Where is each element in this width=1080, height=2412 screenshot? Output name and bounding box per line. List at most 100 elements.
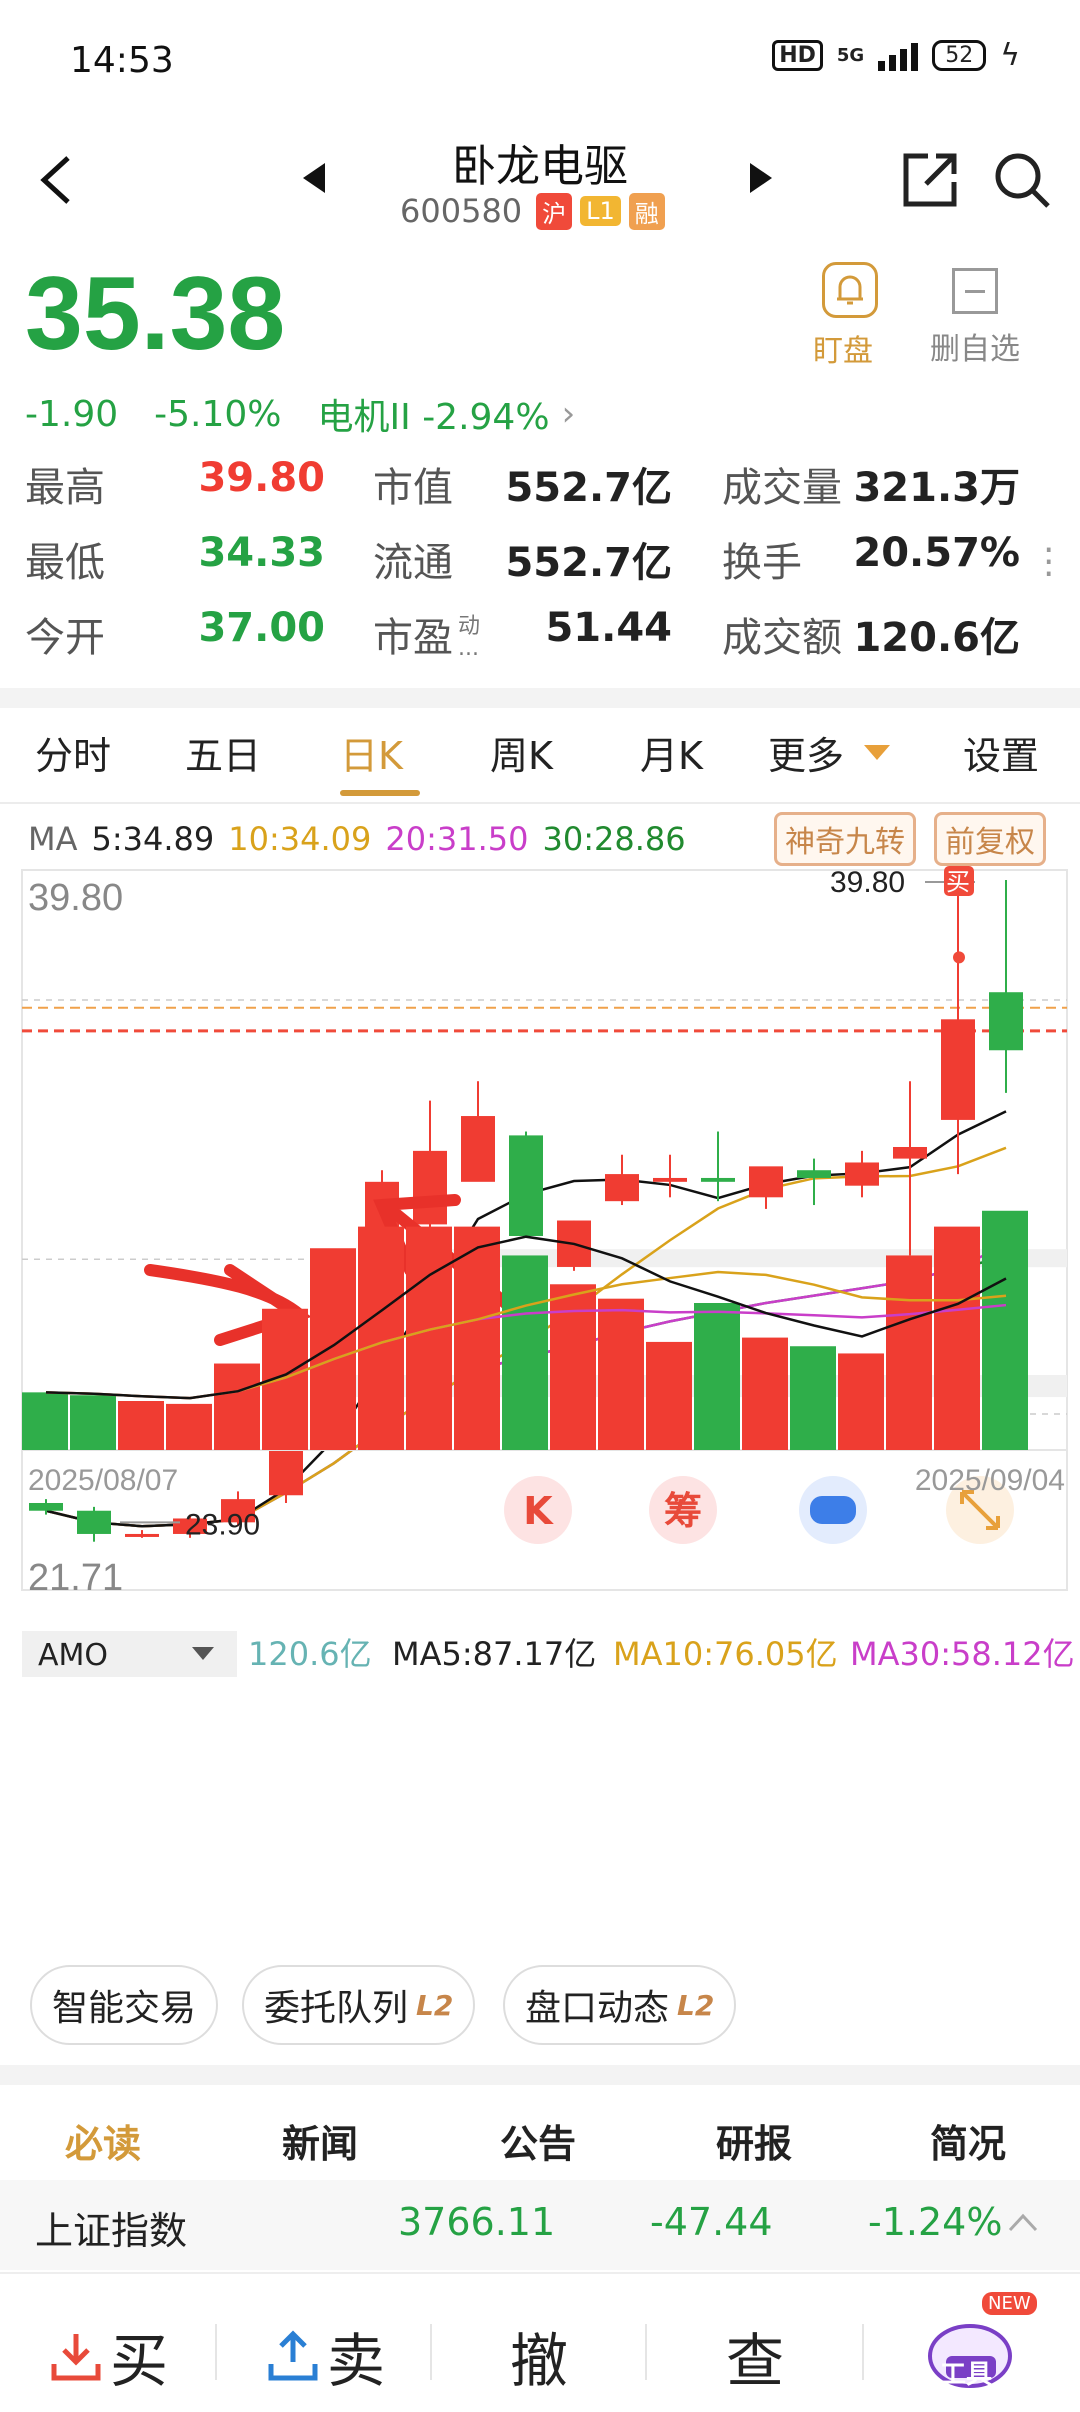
- query-label: 查: [726, 2327, 785, 2395]
- margin-tag: 融: [628, 192, 665, 230]
- stat-value: 120.6亿: [853, 615, 1020, 661]
- stat-label: 换手: [722, 540, 802, 586]
- smart-trade-label: 智能交易: [52, 1988, 197, 2029]
- watch-button[interactable]: 盯盘: [813, 262, 885, 370]
- index-ticker[interactable]: 上证指数 3766.11 -47.44 -1.24%: [0, 2180, 1080, 2270]
- smart-trade-pill[interactable]: 智能交易: [30, 1965, 219, 2045]
- watch-label: 盯盘: [813, 334, 873, 369]
- tab-weekly-k[interactable]: 周K: [490, 725, 553, 780]
- tab-must-read[interactable]: 必读: [65, 2113, 141, 2168]
- share-icon[interactable]: [898, 148, 962, 212]
- gamepad-icon: [810, 1496, 856, 1524]
- chevron-down-icon: [864, 745, 890, 760]
- buy-label: 买: [110, 2327, 169, 2395]
- volume-bar: [502, 1255, 548, 1450]
- candle: [557, 1220, 591, 1271]
- buy-button[interactable]: 买: [48, 2314, 168, 2398]
- candle-body: [941, 1019, 975, 1120]
- next-stock-icon[interactable]: [750, 163, 772, 193]
- y-max-label: 39.80: [28, 877, 123, 919]
- tab-monthly-k[interactable]: 月K: [640, 725, 703, 780]
- tab-daily-k[interactable]: 日K: [340, 725, 403, 780]
- ma10-value: 10:34.09: [228, 820, 372, 858]
- high-marker-label: 39.80: [830, 866, 905, 899]
- order-queue-pill[interactable]: 委托队列 L2: [242, 1965, 476, 2045]
- order-book-pill[interactable]: 盘口动态 L2: [503, 1965, 737, 2045]
- kline-chart[interactable]: 39.80 21.71 39.80 23.90 买 K 筹 AMO 120.6亿 MA5:87.1…: [0, 860, 1080, 1910]
- stat-label: 成交量: [722, 465, 842, 511]
- candle: [509, 1131, 543, 1236]
- tab-research[interactable]: 研报: [716, 2113, 792, 2168]
- order-book-label: 盘口动态: [525, 1988, 670, 2029]
- network-label: 5G: [836, 45, 865, 66]
- candle-body: [605, 1174, 639, 1202]
- change-row[interactable]: -1.90 -5.10% 电机II -2.94% ›: [25, 388, 575, 440]
- upload-icon: [268, 2330, 318, 2381]
- tabs-divider: [0, 802, 1080, 804]
- ma-legend: MA 5:34.89 10:34.09 20:31.50 30:28.86: [28, 820, 686, 858]
- new-badge: NEW: [982, 2292, 1037, 2315]
- candle-body: [701, 1177, 735, 1182]
- low-marker-label: 23.90: [185, 1508, 260, 1541]
- volume-bar: [982, 1210, 1028, 1450]
- chevron-right-icon: ›: [561, 394, 576, 434]
- chevron-up-icon[interactable]: [1006, 2210, 1040, 2234]
- market-tag: 沪: [536, 192, 573, 230]
- hd-icon: HD: [772, 40, 823, 71]
- stat-value: 20.57%: [853, 530, 1020, 576]
- more-dots-icon[interactable]: · · ·: [1043, 533, 1054, 593]
- jiuzhuan-button[interactable]: 神奇九转: [774, 812, 916, 866]
- l2-badge: L2: [677, 1988, 715, 2022]
- stock-code-row: 600580 沪 L1 融: [400, 192, 665, 230]
- chip-icon: 筹: [664, 1489, 702, 1533]
- news-tabs: 必读 新闻 公告 研报 简况: [0, 2085, 1080, 2185]
- fuquan-button[interactable]: 前复权: [934, 812, 1046, 866]
- volume-legend-item: MA30:58.12亿: [850, 1635, 1075, 1673]
- kline-icon: K: [523, 1489, 554, 1533]
- tab-settings[interactable]: 设置: [963, 725, 1039, 780]
- stat-value: 321.3万: [853, 465, 1020, 511]
- sell-button[interactable]: 卖: [265, 2314, 385, 2398]
- candle-body: [461, 1116, 495, 1182]
- volume-bar: [550, 1284, 596, 1450]
- price-change: -1.90: [25, 393, 119, 435]
- candle-body: [749, 1166, 783, 1198]
- ma5-value: 5:34.89: [91, 820, 215, 858]
- cancel-label: 撤: [510, 2327, 569, 2395]
- volume-bar: [118, 1401, 164, 1450]
- download-icon: [51, 2334, 101, 2381]
- tab-more[interactable]: 更多: [768, 725, 844, 780]
- volume-bar: [838, 1353, 884, 1450]
- stat-value: 51.44: [545, 605, 672, 651]
- candle-body: [845, 1162, 879, 1186]
- volume-legend-item: MA5:87.17亿: [392, 1635, 596, 1673]
- current-price: 35.38: [25, 256, 286, 372]
- index-change: -47.44: [650, 2200, 773, 2244]
- battery-icon: 52: [932, 40, 987, 71]
- stat-value: 552.7亿: [505, 465, 672, 511]
- tab-profile[interactable]: 简况: [930, 2113, 1006, 2168]
- status-icons: HD 5G 52 ϟ: [772, 38, 1020, 73]
- section-divider: [0, 688, 1080, 708]
- sell-label: 卖: [327, 2327, 386, 2395]
- sector-change[interactable]: 电机II -2.94%: [318, 388, 550, 440]
- volume-bar: [406, 1226, 452, 1450]
- candle-body: [413, 1150, 447, 1225]
- query-button[interactable]: 查: [726, 2314, 784, 2398]
- level-tag: L1: [580, 196, 621, 226]
- tab-announcements[interactable]: 公告: [500, 2113, 576, 2168]
- search-icon[interactable]: [990, 148, 1054, 212]
- tab-intraday[interactable]: 分时: [35, 725, 111, 780]
- index-pct: -1.24%: [868, 2200, 1003, 2244]
- index-name: 上证指数: [35, 2209, 188, 2253]
- minus-box-icon: [952, 268, 998, 314]
- tools-button[interactable]: 工具 NEW: [922, 2292, 1037, 2400]
- cancel-order-button[interactable]: 撤: [510, 2314, 568, 2398]
- buy-marker-dot: [953, 951, 965, 964]
- pe-ellipsis: ...: [458, 636, 479, 661]
- delete-favorite-label: 删自选: [930, 332, 1020, 367]
- tab-news[interactable]: 新闻: [282, 2113, 358, 2168]
- delete-favorite-button[interactable]: 删自选: [920, 262, 1030, 368]
- volume-bar: [454, 1226, 500, 1450]
- tab-five-day[interactable]: 五日: [185, 725, 261, 780]
